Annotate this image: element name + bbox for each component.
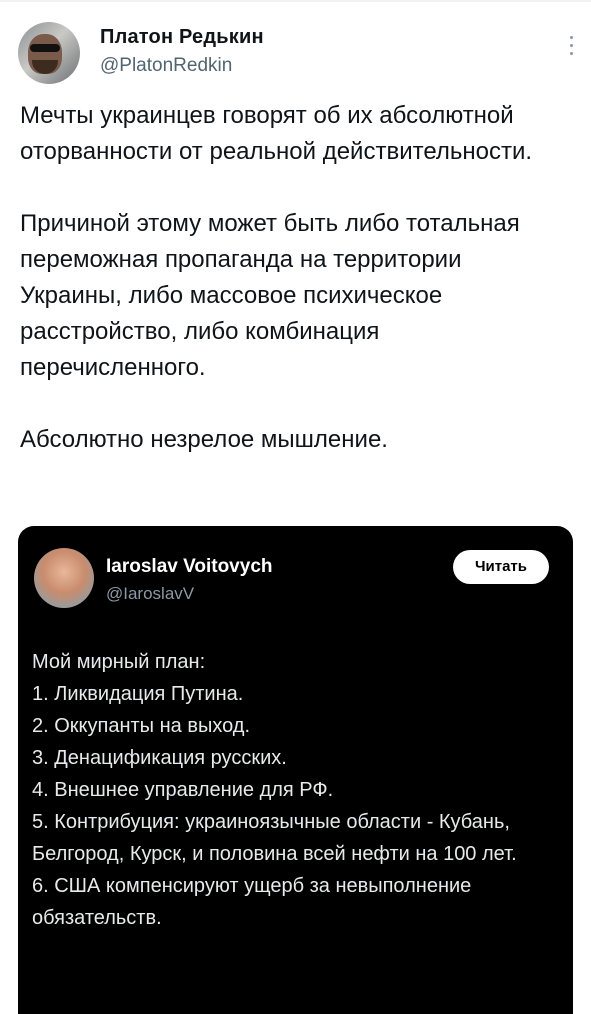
quoted-author-info: Iaroslav Voitovych @IaroslavV xyxy=(106,556,273,604)
tweet-text: Мечты украинцев говорят об их абсолютной… xyxy=(20,98,570,458)
quoted-author-handle[interactable]: @IaroslavV xyxy=(106,584,273,604)
quoted-tweet-text: Мой мирный план: 1. Ликвидация Путина. 2… xyxy=(32,646,560,934)
quoted-author-avatar[interactable] xyxy=(34,548,94,608)
tweet-paragraph: Мечты украинцев говорят об их абсолютной… xyxy=(20,102,533,165)
quoted-tweet-card[interactable]: Iaroslav Voitovych @IaroslavV Читать Мой… xyxy=(18,526,573,1014)
author-display-name[interactable]: Платон Редькин xyxy=(100,26,264,49)
quoted-line: 1. Ликвидация Путина. xyxy=(32,683,244,705)
quoted-line: 6. США компенсируют ущерб за невыполнени… xyxy=(32,875,472,929)
quoted-line: 5. Контрибуция: украиноязычные области -… xyxy=(32,811,517,865)
quoted-line: 4. Внешнее управление для РФ. xyxy=(32,779,334,801)
avatar-glasses xyxy=(30,44,60,52)
quoted-line: 3. Денацификация русских. xyxy=(32,747,287,769)
top-divider xyxy=(0,0,591,2)
tweet-header: Платон Редькин @PlatonRedkin xyxy=(18,22,578,84)
author-avatar[interactable] xyxy=(18,22,80,84)
tweet-paragraph: Абсолютно незрелое мышление. xyxy=(20,426,388,453)
tweet-paragraph: Причиной этому может быть либо тотальная… xyxy=(20,210,520,381)
more-vertical-icon[interactable] xyxy=(568,36,574,58)
quoted-line: 2. Оккупанты на выход. xyxy=(32,715,251,737)
quoted-line: Мой мирный план: xyxy=(32,651,206,673)
quoted-author-name[interactable]: Iaroslav Voitovych xyxy=(106,556,273,578)
author-info: Платон Редькин @PlatonRedkin xyxy=(100,26,264,77)
read-button[interactable]: Читать xyxy=(453,550,549,584)
author-handle[interactable]: @PlatonRedkin xyxy=(100,55,264,77)
